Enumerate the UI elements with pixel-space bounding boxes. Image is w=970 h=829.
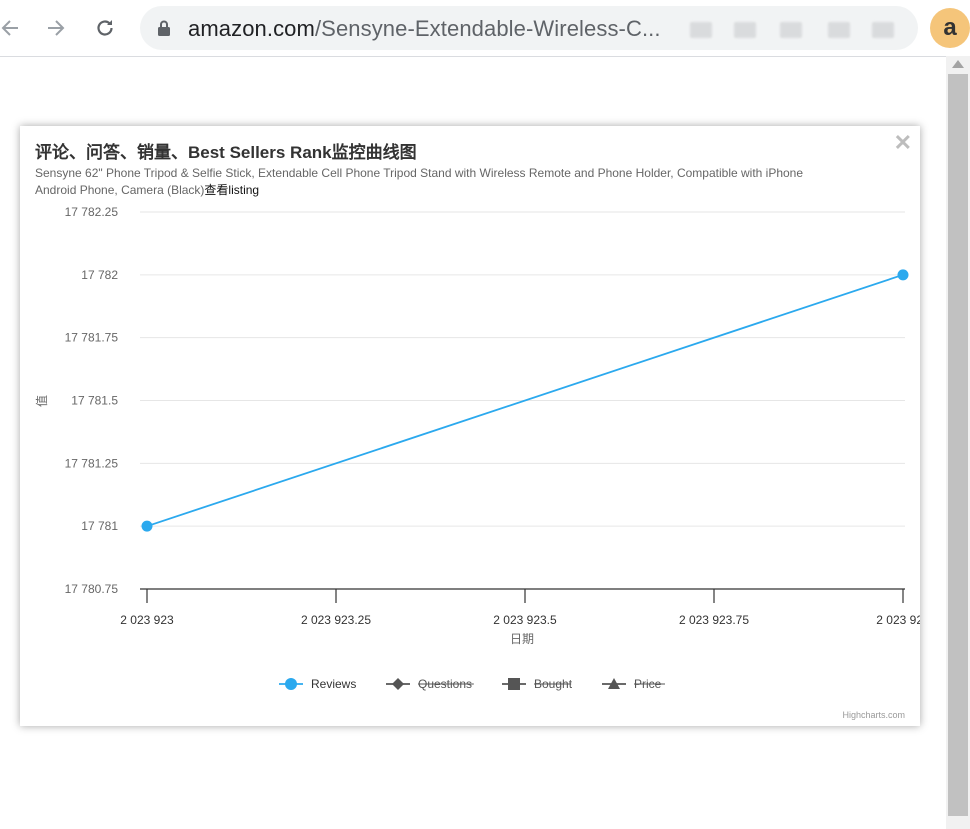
data-point-reviews[interactable]	[897, 269, 909, 281]
url-text: amazon.com/Sensyne-Extendable-Wireless-C…	[188, 16, 661, 41]
blurred-extension-icon	[690, 22, 712, 38]
legend-diamond-icon	[392, 678, 404, 690]
lock-icon	[158, 20, 170, 41]
x-axis-title: 日期	[510, 632, 534, 646]
y-tick-label: 17 781	[81, 519, 118, 533]
y-axis-title: 值	[34, 395, 49, 407]
scroll-up-arrow-icon[interactable]	[952, 60, 964, 68]
blurred-extension-icon	[828, 22, 850, 38]
blurred-extension-icon	[734, 22, 756, 38]
legend-item-reviews[interactable]: Reviews	[279, 677, 356, 691]
blurred-extension-icon	[780, 22, 802, 38]
data-point-reviews[interactable]	[141, 520, 153, 532]
chart-popup: ✕ 评论、问答、销量、Best Sellers Rank监控曲线图 Sensyn…	[20, 126, 920, 726]
x-tick-label: 2 023 923.5	[493, 613, 557, 627]
y-tick-label: 17 780.75	[65, 582, 119, 596]
x-tick-label: 2 023 923.75	[679, 613, 749, 627]
address-bar[interactable]: amazon.com/Sensyne-Extendable-Wireless-C…	[140, 6, 918, 50]
legend-square-icon	[508, 678, 520, 690]
y-tick-label: 17 781.25	[65, 456, 119, 470]
reload-icon[interactable]	[91, 14, 119, 42]
browser-toolbar: amazon.com/Sensyne-Extendable-Wireless-C…	[0, 0, 970, 57]
legend-item-bought[interactable]: Bought	[502, 677, 573, 691]
y-tick-label: 17 781.75	[65, 331, 119, 345]
highcharts-credits[interactable]: Highcharts.com	[842, 710, 905, 720]
back-arrow-icon[interactable]	[0, 14, 24, 42]
y-tick-label: 17 781.5	[71, 394, 118, 408]
y-tick-label: 17 782.25	[65, 205, 119, 219]
x-tick-label: 2 023 923	[120, 613, 174, 627]
forward-arrow-icon[interactable]	[42, 14, 70, 42]
x-tick-label: 2 023 924	[876, 613, 920, 627]
line-chart: 17 782.25 17 782 17 781.75 17 781.5 17 781.2…	[34, 205, 920, 691]
x-tick-label: 2 023 923.25	[301, 613, 371, 627]
amazon-extension-icon[interactable]: a	[930, 8, 970, 48]
legend-item-questions[interactable]: Questions	[386, 677, 474, 691]
legend-label: Reviews	[311, 677, 356, 691]
legend-circle-icon	[285, 678, 297, 690]
scroll-thumb[interactable]	[948, 74, 968, 816]
y-tick-label: 17 782	[81, 268, 118, 282]
page-scrollbar[interactable]	[946, 56, 970, 829]
blurred-extension-icon	[872, 22, 894, 38]
legend-item-price[interactable]: Price	[602, 677, 665, 691]
